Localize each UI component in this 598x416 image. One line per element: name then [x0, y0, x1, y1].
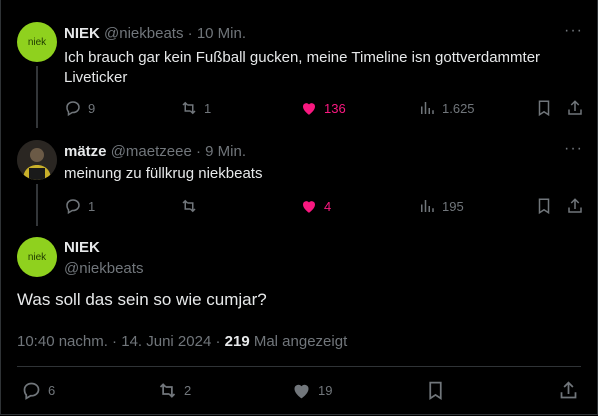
thread-connector [36, 66, 38, 128]
reply-count: 1 [88, 198, 96, 214]
tweet-header: mätze @maetzeee · 9 Min. [64, 143, 246, 160]
bookmark-button[interactable] [535, 197, 553, 220]
share-button[interactable] [558, 380, 579, 401]
view-count: 195 [442, 198, 464, 214]
retweet-button[interactable]: 1 [180, 99, 211, 117]
like-button[interactable]: 19 [291, 380, 332, 401]
like-count: 136 [324, 100, 346, 116]
display-name[interactable]: NIEK [64, 239, 100, 256]
reply-icon [66, 199, 80, 215]
reply-icon [66, 101, 80, 117]
bookmark-button[interactable] [535, 99, 553, 122]
thread-connector [36, 184, 38, 226]
bar-chart-icon [421, 102, 434, 114]
heart-icon [294, 384, 309, 399]
more-icon[interactable]: ··· [564, 140, 583, 158]
share-button[interactable] [566, 99, 584, 122]
reply-button[interactable]: 9 [64, 99, 95, 117]
main-tweet-text: Was soll das sein so wie cumjar? [17, 290, 267, 309]
main-tweet-handle-row: @niekbeats [64, 260, 143, 277]
handle[interactable]: @niekbeats [104, 25, 183, 42]
more-icon[interactable]: ··· [564, 22, 583, 40]
avatar[interactable]: niek [17, 22, 57, 62]
like-button[interactable]: 4 [300, 197, 331, 215]
reply-count: 6 [48, 383, 56, 398]
heart-icon [303, 103, 315, 115]
retweet-button[interactable]: 2 [157, 380, 191, 401]
reply-button[interactable]: 6 [21, 380, 55, 401]
view-count: 1.625 [442, 100, 475, 116]
retweet-button[interactable] [180, 197, 204, 215]
bookmark-icon [538, 100, 550, 117]
display-name[interactable]: NIEK [64, 25, 100, 42]
bar-chart-icon [421, 200, 434, 212]
share-icon [568, 198, 582, 213]
tweet-timestamp-row: 10:40 nachm. · 14. Juni 2024 · 219 Mal a… [17, 333, 347, 350]
dot-separator: · [195, 143, 201, 160]
heart-icon [303, 201, 315, 213]
reply-count: 9 [88, 100, 96, 116]
dot-separator: · [187, 25, 193, 42]
retweet-icon [182, 101, 196, 115]
avatar[interactable]: niek [17, 237, 57, 277]
views-button[interactable]: 195 [418, 197, 464, 215]
retweet-count: 1 [204, 100, 212, 116]
share-icon [560, 381, 577, 399]
timestamp[interactable]: 9 Min. [205, 143, 246, 160]
reply-button[interactable]: 1 [64, 197, 95, 215]
views-button[interactable]: 1.625 [418, 99, 475, 117]
retweet-icon [159, 383, 176, 398]
avatar-photo-icon [17, 140, 57, 180]
timestamp[interactable]: 10:40 nachm. · 14. Juni 2024 · [17, 333, 225, 350]
tweet-text: meinung zu füllkrug niekbeats [64, 165, 263, 182]
retweet-icon [182, 199, 196, 213]
display-name[interactable]: mätze [64, 143, 107, 160]
reply-icon [23, 382, 40, 400]
avatar-text: niek [27, 251, 47, 263]
timestamp[interactable]: 10 Min. [197, 25, 246, 42]
handle[interactable]: @maetzeee [111, 143, 192, 160]
like-count: 19 [318, 383, 333, 398]
like-count: 4 [324, 198, 332, 214]
bookmark-button[interactable] [425, 380, 446, 401]
tweet-header: NIEK @niekbeats · 10 Min. [64, 25, 246, 42]
share-button[interactable] [566, 197, 584, 220]
main-tweet-name: NIEK [64, 239, 100, 256]
tweet-text: Ich brauch gar kein Fußball gucken, mein… [64, 49, 541, 86]
bookmark-icon [538, 198, 550, 215]
like-button[interactable]: 136 [300, 99, 346, 117]
views-label: Mal angezeigt [249, 333, 348, 350]
avatar[interactable] [17, 140, 57, 180]
views-count: 219 [224, 333, 250, 350]
share-icon [568, 100, 582, 115]
retweet-count: 2 [184, 383, 192, 398]
divider [17, 366, 581, 367]
handle[interactable]: @niekbeats [64, 260, 143, 277]
bookmark-icon [429, 381, 442, 401]
avatar-text: niek [27, 36, 47, 48]
